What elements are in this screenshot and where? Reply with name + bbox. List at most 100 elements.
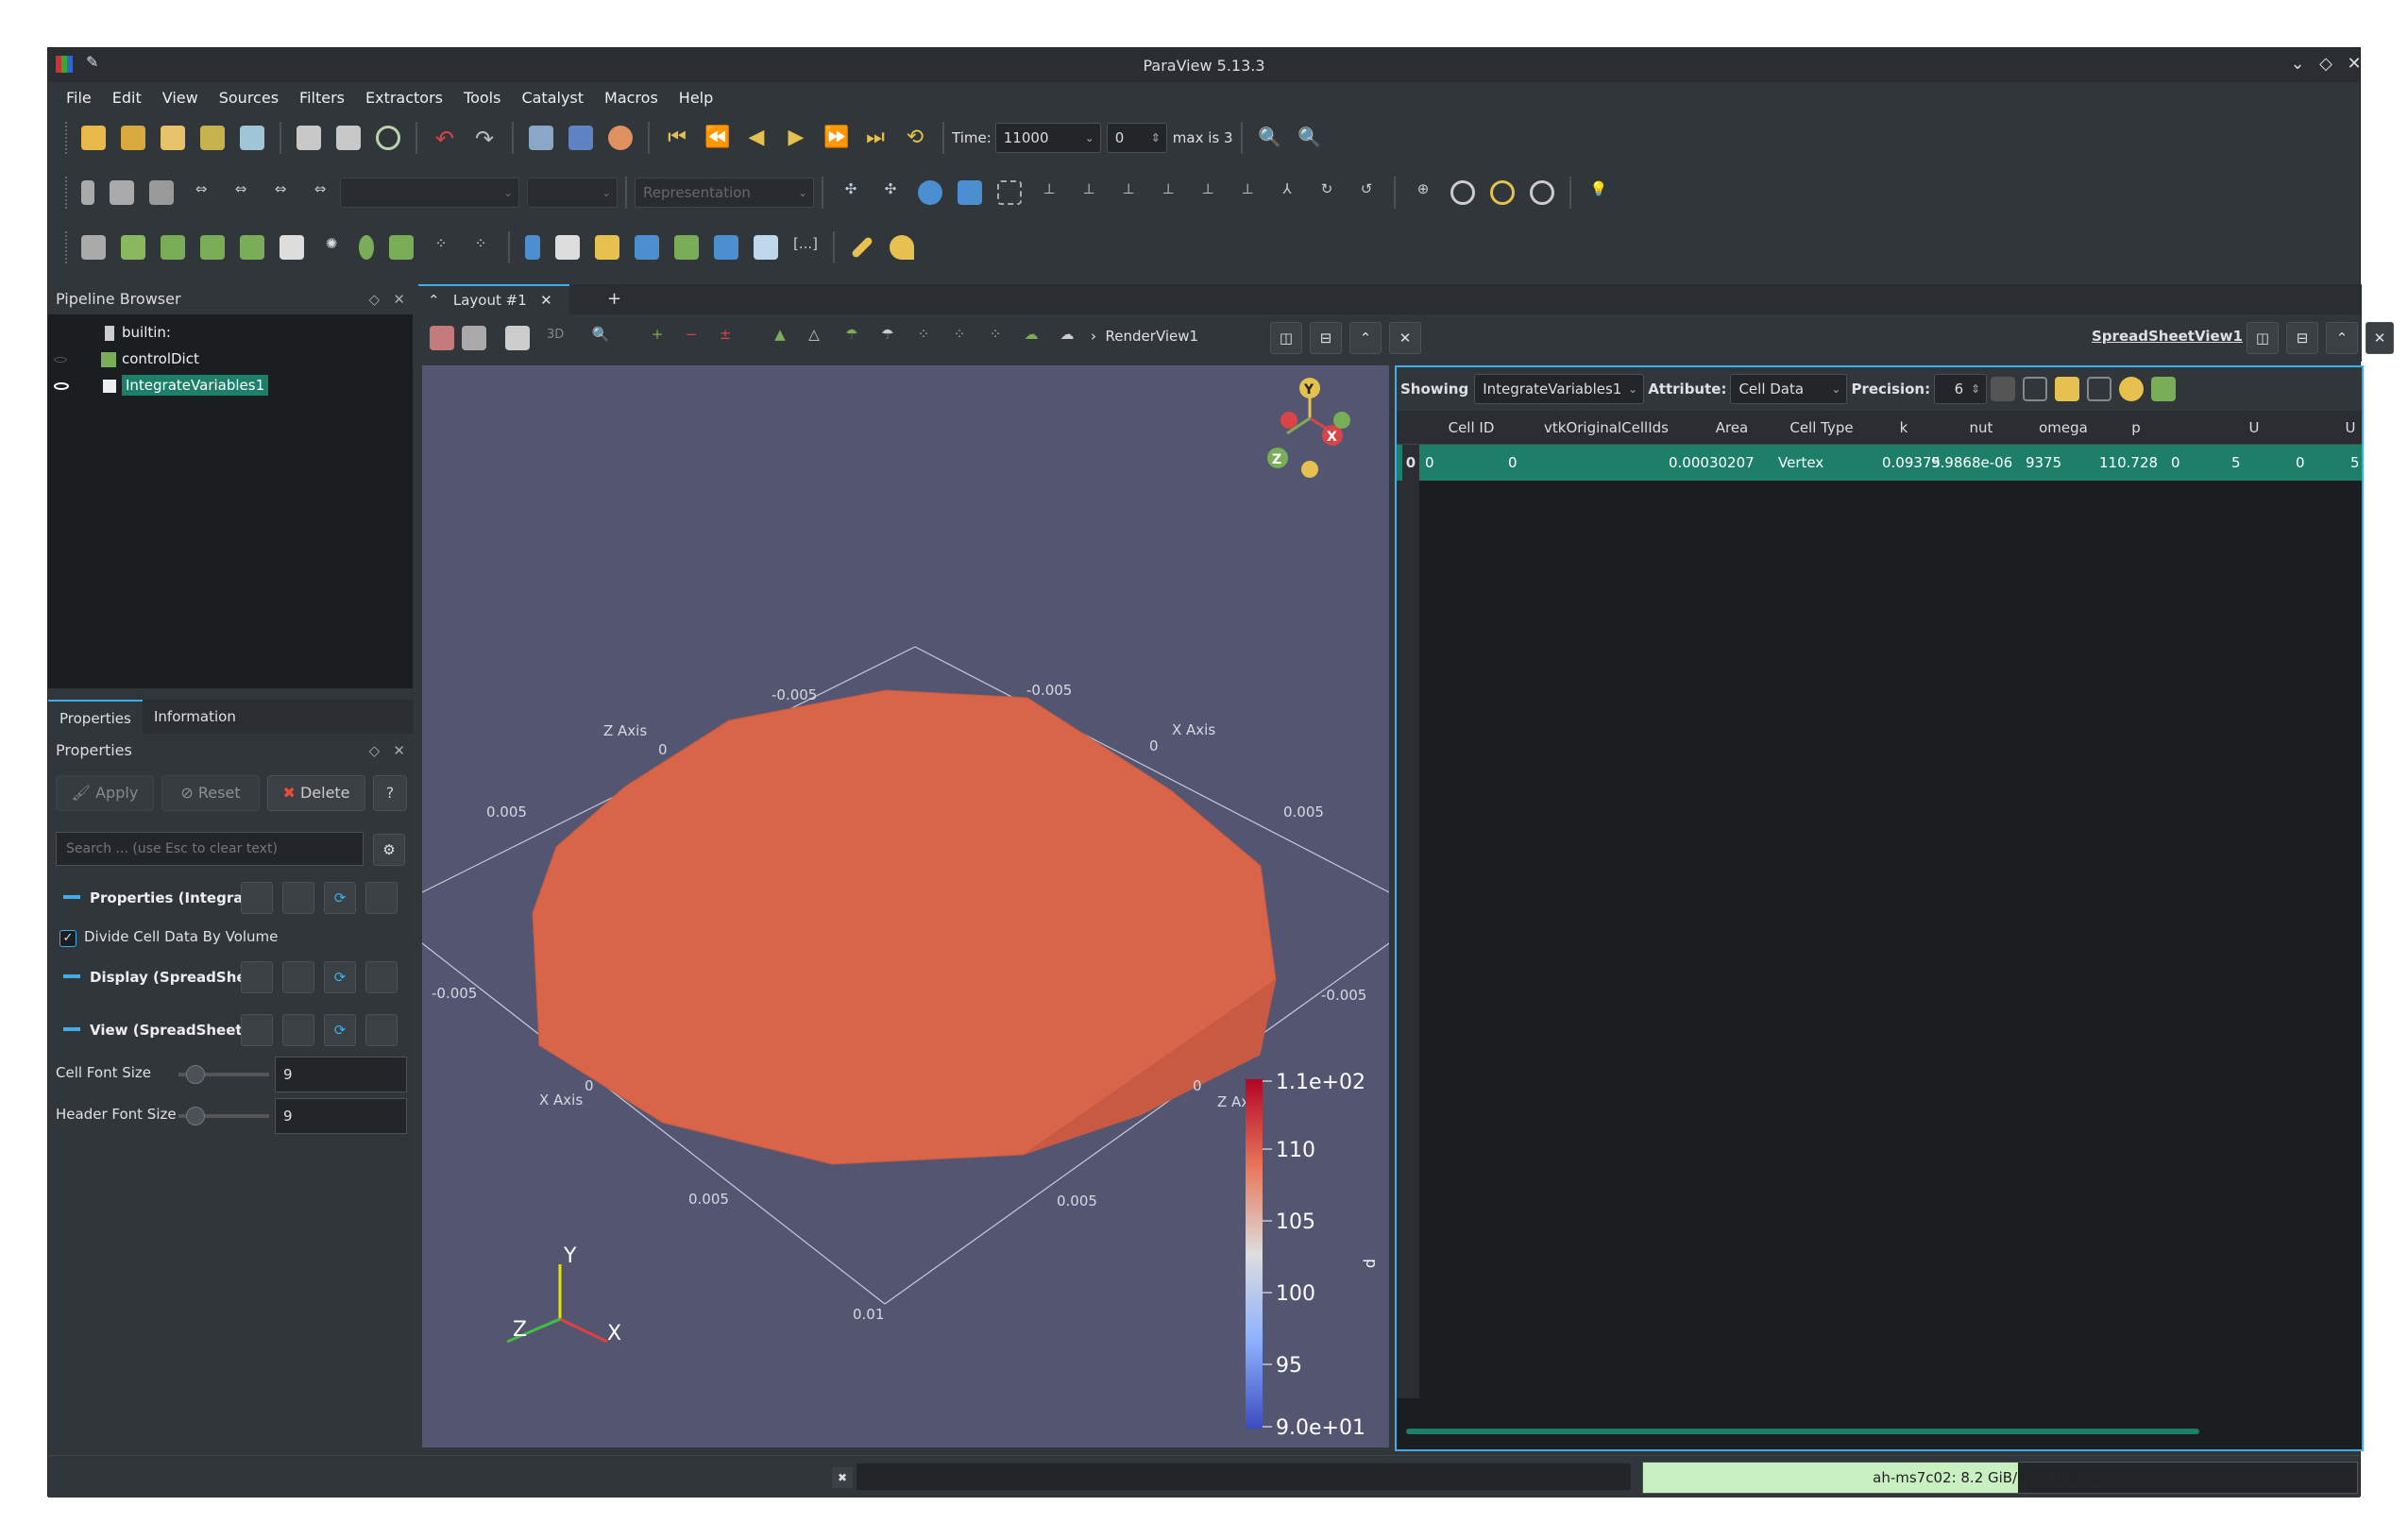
toolbar-grip[interactable]: [65, 122, 68, 154]
toggle-field-data-icon[interactable]: [2119, 377, 2145, 401]
menu-tools[interactable]: Tools: [453, 89, 511, 107]
redo-icon[interactable]: ↷: [472, 126, 497, 152]
pipeline-item-controldict[interactable]: controlDict: [54, 347, 199, 371]
col-omega[interactable]: omega: [2024, 411, 2103, 445]
delete-button[interactable]: ✖ Delete: [267, 775, 365, 811]
table-row[interactable]: 0 0 0 0.00030207 Vertex 0.09375 9.9868e-…: [1397, 445, 2362, 481]
apply-button[interactable]: 🖌 Apply: [56, 775, 154, 811]
pipeline-item-builtin[interactable]: builtin:: [105, 320, 171, 345]
threshold-icon[interactable]: [240, 235, 264, 260]
visible-eye-icon[interactable]: [54, 381, 69, 390]
select-cells-icon[interactable]: +: [645, 326, 670, 350]
copy-icon[interactable]: [241, 961, 273, 993]
panel-float-icon[interactable]: ◇ ✕: [369, 284, 405, 314]
col-u[interactable]: U: [2169, 411, 2339, 445]
glyph-icon[interactable]: ✺: [319, 235, 344, 260]
time-index-spinbox[interactable]: 0 ⇕: [1106, 123, 1167, 153]
copy-icon[interactable]: [241, 1014, 273, 1046]
col-cell-id[interactable]: Cell ID: [1419, 411, 1523, 445]
connect-icon[interactable]: [200, 126, 225, 150]
memory-bar[interactable]: ah-ms7c02: 8.2 GiB/15.5 GiB 52.5%: [1642, 1462, 2358, 1494]
reset-button[interactable]: ⊘ Reset: [161, 775, 260, 811]
tab-information[interactable]: Information: [143, 700, 247, 734]
col-cell-type[interactable]: Cell Type: [1774, 411, 1869, 445]
spreadsheet-close-icon[interactable]: ✕: [2366, 322, 2394, 354]
show-center-icon[interactable]: [1450, 180, 1475, 205]
new-layout-tab[interactable]: +: [607, 284, 621, 314]
col-area[interactable]: Area: [1689, 411, 1774, 445]
open-folder-icon[interactable]: [81, 126, 106, 150]
rescale-custom-icon[interactable]: ⇔: [189, 180, 213, 205]
section-view[interactable]: View (SpreadSheet: [48, 1013, 243, 1047]
rescale-over-time-icon[interactable]: ⇔: [308, 180, 332, 205]
save-default-icon[interactable]: [365, 1014, 398, 1046]
menu-macros[interactable]: Macros: [594, 89, 669, 107]
view-minus-x-icon[interactable]: ⊥: [1077, 180, 1101, 205]
refresh-icon[interactable]: ⟳: [324, 882, 356, 914]
color-by-combo[interactable]: ⌄: [340, 178, 519, 208]
reset-camera-icon[interactable]: ✣: [839, 180, 863, 205]
view-minus-z-icon[interactable]: ⊥: [1235, 180, 1260, 205]
spreadsheet-maximize-icon[interactable]: ⌃: [2326, 322, 2358, 354]
split-horizontal-icon[interactable]: ◫: [1270, 322, 1302, 354]
rotate-cw-icon[interactable]: ↻: [1314, 180, 1339, 205]
calculator-icon[interactable]: [81, 235, 106, 260]
select-blocks-icon[interactable]: ⁘: [911, 326, 936, 350]
select-polygon-icon[interactable]: ☂: [839, 326, 864, 350]
stream-tracer-icon[interactable]: [359, 235, 374, 260]
select-polygon-points-icon[interactable]: ☂: [875, 326, 900, 350]
python-brackets-icon[interactable]: [...]: [793, 235, 818, 260]
slice-icon[interactable]: [200, 235, 225, 260]
copy-icon[interactable]: [241, 882, 273, 914]
color-legend-bar[interactable]: [1246, 1079, 1263, 1429]
undo-icon[interactable]: ↶: [432, 126, 457, 152]
save-state-icon[interactable]: [297, 126, 321, 150]
paste-icon[interactable]: [282, 882, 314, 914]
pick-center-icon[interactable]: [1530, 180, 1554, 205]
play-icon[interactable]: ▶: [784, 126, 808, 150]
toggle-cell-connectivity-icon[interactable]: [2023, 377, 2048, 401]
grow-selection-icon[interactable]: ☁: [1055, 326, 1079, 350]
save-default-icon[interactable]: [365, 961, 398, 993]
render-view-label[interactable]: › RenderView1: [1091, 328, 1198, 345]
horizontal-scrollbar[interactable]: [1406, 1429, 2199, 1434]
loop-icon[interactable]: ⟲: [903, 126, 927, 150]
ruler-icon[interactable]: [850, 235, 874, 260]
maximize-icon[interactable]: ◇: [2315, 54, 2337, 74]
menu-catalyst[interactable]: Catalyst: [511, 89, 594, 107]
save-data-icon[interactable]: [161, 126, 185, 150]
section-properties[interactable]: Properties (Integra: [48, 881, 243, 915]
col-p[interactable]: p: [2103, 411, 2169, 445]
split-vertical-icon[interactable]: ⊟: [1310, 322, 1342, 354]
export-spreadsheet-icon[interactable]: [2151, 377, 2177, 401]
attribute-combo[interactable]: Cell Data ⌄: [1730, 374, 1848, 404]
plot-over-time-icon[interactable]: [674, 235, 699, 260]
zoom-to-data-icon[interactable]: 🔍: [1258, 126, 1282, 150]
col-nut[interactable]: nut: [1939, 411, 2024, 445]
extract-subset-icon[interactable]: [280, 235, 304, 260]
component-combo[interactable]: ⌄: [527, 178, 618, 208]
gear-icon[interactable]: ⚙: [373, 834, 405, 866]
tab-properties[interactable]: Properties: [48, 700, 143, 734]
paste-icon[interactable]: [282, 961, 314, 993]
menu-filters[interactable]: Filters: [289, 89, 355, 107]
histogram-icon[interactable]: [595, 235, 619, 260]
rescale-visible-icon[interactable]: ⇔: [268, 180, 293, 205]
close-icon[interactable]: ✕: [2343, 54, 2366, 74]
time-value-combo[interactable]: 11000 ⌄: [994, 123, 1101, 153]
zoom-to-box-icon[interactable]: [958, 180, 982, 205]
save-default-icon[interactable]: [365, 882, 398, 914]
toggle-icon[interactable]: [81, 180, 94, 205]
minimize-icon[interactable]: ⌄: [2286, 54, 2309, 74]
isometric-view-icon[interactable]: ⅄: [1275, 180, 1299, 205]
cube-icon[interactable]: [754, 235, 778, 260]
clear-status-icon[interactable]: ✖: [832, 1467, 853, 1488]
fixed-notation-icon[interactable]: [1991, 377, 2016, 401]
python-calculator-icon[interactable]: [714, 235, 738, 260]
menu-sources[interactable]: Sources: [209, 89, 289, 107]
view-minus-y-icon[interactable]: ⊥: [1156, 180, 1180, 205]
toggle-selection-icon[interactable]: ±: [713, 326, 738, 350]
maximize-view-icon[interactable]: ⌃: [1349, 322, 1382, 354]
next-frame-icon[interactable]: ⏩: [823, 126, 849, 150]
capture-icon[interactable]: [430, 326, 454, 350]
